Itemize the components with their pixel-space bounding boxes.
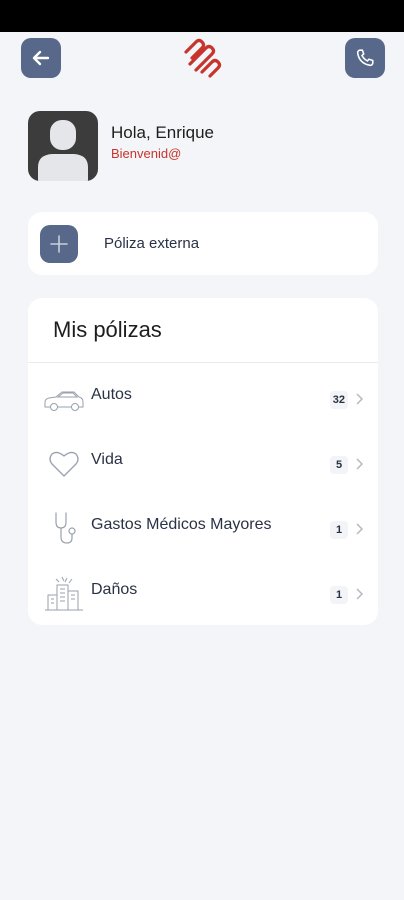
external-policy-label: Póliza externa (104, 235, 200, 252)
avatar (28, 111, 98, 181)
policy-label: Gastos Médicos Mayores (91, 516, 272, 533)
count-badge: 32 (329, 391, 348, 409)
policy-label: Autos (91, 386, 132, 403)
count-badge: 5 (330, 456, 348, 474)
arrow-left-icon (32, 50, 50, 66)
policy-label: Vida (91, 451, 123, 468)
user-icon (38, 120, 88, 181)
divider (28, 362, 378, 363)
policy-label: Daños (91, 581, 138, 598)
policy-row-vida[interactable]: Vida 5 (28, 435, 378, 487)
greeting-text: Hola, Enrique (111, 123, 215, 142)
brand-logo (184, 38, 222, 78)
back-button[interactable] (21, 38, 61, 78)
add-external-policy-button[interactable] (40, 225, 78, 263)
phone-icon (356, 49, 374, 67)
count-badge: 1 (330, 521, 348, 539)
car-icon (44, 391, 84, 411)
policy-row-gastos-medicos[interactable]: Gastos Médicos Mayores 1 (28, 500, 378, 552)
stethoscope-icon (55, 512, 76, 544)
count-badge: 1 (330, 586, 348, 604)
call-button[interactable] (345, 38, 385, 78)
buildings-icon (45, 576, 83, 611)
chevron-right-icon (356, 393, 364, 405)
chevron-right-icon (356, 523, 364, 535)
heart-icon (49, 451, 79, 477)
chevron-right-icon (356, 588, 364, 600)
plus-icon (50, 235, 68, 253)
policy-row-danos[interactable]: Daños 1 (28, 565, 378, 617)
welcome-text: Bienvenid@ (111, 146, 182, 161)
my-policies-card: Mis pólizas Autos 32 Vida 5 Gastos Médic… (28, 298, 378, 625)
policy-row-autos[interactable]: Autos 32 (28, 370, 378, 422)
external-policy-card[interactable]: Póliza externa (28, 212, 378, 275)
status-bar (0, 0, 404, 32)
chevron-right-icon (356, 458, 364, 470)
my-policies-title: Mis pólizas (53, 317, 162, 342)
